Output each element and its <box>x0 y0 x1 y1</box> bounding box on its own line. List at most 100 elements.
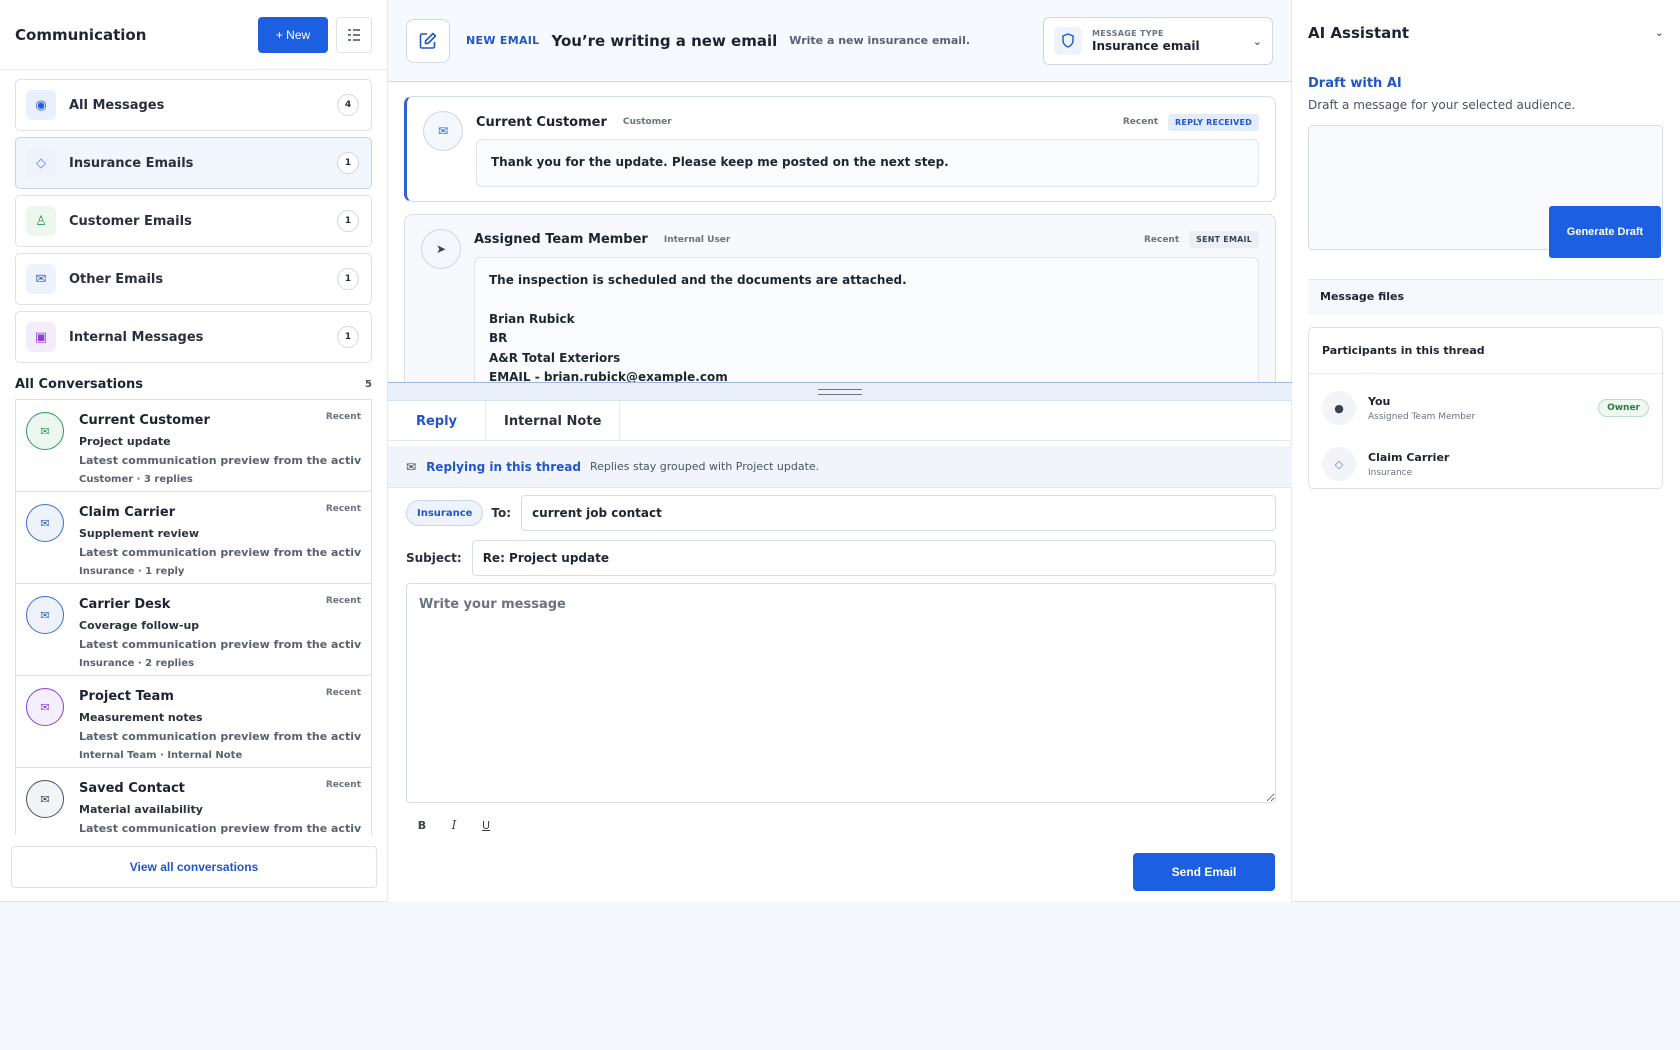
conversation-item[interactable]: ✉ Project Team Measurement notes Latest com… <box>15 676 372 768</box>
mail-icon: ✉ <box>26 596 64 634</box>
subject-row: Subject: <box>406 540 1276 576</box>
edit-icon <box>419 32 437 49</box>
draft-title: Draft with AI <box>1308 76 1402 91</box>
view-all-conversations-button[interactable]: View all conversations <box>11 846 377 888</box>
compose-title: You’re writing a new email <box>551 31 778 50</box>
generate-draft-button[interactable]: Generate Draft <box>1549 206 1661 258</box>
participant-info: Claim Carrier Insurance <box>1368 451 1649 478</box>
conversation-time: Recent <box>325 412 361 422</box>
message-line: EMAIL - brian.rubick@example.com <box>489 370 728 382</box>
message-time: Recent <box>1122 117 1159 127</box>
conversation-item[interactable]: ✉ Claim Carrier Supplement review Latest co… <box>15 492 372 584</box>
folder-item[interactable]: ✉ Other Emails 1 <box>15 253 372 305</box>
message-body-input[interactable] <box>406 583 1276 803</box>
resize-handle[interactable] <box>388 382 1292 401</box>
status-badge: REPLY RECEIVED <box>1168 113 1259 131</box>
folder-count: 1 <box>337 268 359 290</box>
conversation-preview: Latest communication preview from the ac… <box>79 454 361 467</box>
conversations-header: All Conversations 5 <box>0 369 387 399</box>
subject-label: Subject: <box>406 551 462 565</box>
conversation-name: Project Team <box>79 689 174 704</box>
conversation-body: Carrier Desk Coverage follow-up Latest com… <box>79 596 361 675</box>
folder-label: Insurance Emails <box>69 155 194 171</box>
conversation-item[interactable]: ✉ Saved Contact Material availability Lates… <box>15 768 372 835</box>
folder-icon: ✉ <box>26 264 56 294</box>
conversations-title: All Conversations <box>15 376 144 392</box>
new-email-label: NEW EMAIL <box>466 34 540 47</box>
send-email-button[interactable]: Send Email <box>1133 853 1275 891</box>
mail-icon: ✉ <box>26 412 64 450</box>
message-header: Current Customer Customer Recent REPLY R… <box>476 111 1259 133</box>
draft-subtitle: Draft a message for your selected audien… <box>1308 98 1576 112</box>
italic-button[interactable]: I <box>438 814 470 836</box>
folder-count: 1 <box>337 210 359 232</box>
conversation-name: Current Customer <box>79 413 210 428</box>
message-received: ✉ Current Customer Customer Recent REPLY… <box>404 96 1276 202</box>
folder-label: Other Emails <box>69 271 164 287</box>
participants-list: ● You Assigned Team Member Owner ◇ Claim Carr… <box>1309 374 1662 486</box>
ai-assistant-title: AI Assistant <box>1308 23 1410 42</box>
participant-info: You Assigned Team Member <box>1368 395 1598 422</box>
app-window: Communication + New ◉ All Messages 4 ◇ Insur… <box>0 0 1680 902</box>
conversation-preview: Latest communication preview from the ac… <box>79 638 361 651</box>
tab-internal-note[interactable]: Internal Note <box>486 401 621 441</box>
conversation-item[interactable]: ✉ Current Customer Project update Latest co… <box>15 400 372 492</box>
conversation-name: Claim Carrier <box>79 505 176 520</box>
conversation-preview: Latest communication preview from the ac… <box>79 822 361 835</box>
subject-input[interactable] <box>471 540 1276 576</box>
folder-item[interactable]: ◇ Insurance Emails 1 <box>15 137 372 189</box>
message-sent: ➤ Assigned Team Member Internal User Rec… <box>404 213 1276 382</box>
message-line: BR <box>489 331 508 345</box>
message-line: The inspection is scheduled and the docu… <box>489 272 907 287</box>
folder-icon: ▣ <box>26 322 56 352</box>
owner-badge: Owner <box>1598 399 1649 417</box>
draft-prompt-area[interactable]: Generate Draft <box>1308 125 1663 258</box>
chevron-down-icon[interactable]: ⌄ <box>1655 26 1664 39</box>
sender-name: Current Customer <box>476 114 607 130</box>
conversation-time: Recent <box>325 780 361 790</box>
message-line: A&R Total Exteriors <box>489 350 621 365</box>
participant-name: You <box>1368 394 1391 408</box>
conversation-body: Project Team Measurement notes Latest comm… <box>79 688 361 767</box>
compose-tabs: Reply Internal Note <box>388 401 1292 441</box>
conversation-time: Recent <box>325 596 361 606</box>
folder-item[interactable]: ♙ Customer Emails 1 <box>15 195 372 247</box>
audience-chip[interactable]: Insurance <box>406 500 484 526</box>
shield-icon <box>1054 27 1082 55</box>
conversations-count: 5 <box>365 378 372 390</box>
conversation-time: Recent <box>325 504 361 514</box>
conversation-subject: Supplement review <box>79 527 200 540</box>
ai-assistant-header[interactable]: AI Assistant ⌄ <box>1292 0 1680 65</box>
message-type-select[interactable]: MESSAGE TYPE Insurance email ⌄ <box>1043 17 1273 65</box>
participants-title: Participants in this thread <box>1309 328 1662 374</box>
send-arrow-icon: ➤ <box>421 228 461 269</box>
list-view-button[interactable] <box>336 16 372 53</box>
sender-role: Customer <box>622 117 672 127</box>
conversation-list[interactable]: ✉ Current Customer Project update Latest co… <box>15 399 372 835</box>
left-sidebar: Communication + New ◉ All Messages 4 ◇ Insur… <box>0 0 388 902</box>
folder-item[interactable]: ◉ All Messages 4 <box>15 79 372 131</box>
message-thread[interactable]: ✉ Current Customer Customer Recent REPLY… <box>388 82 1292 382</box>
message-body: Thank you for the update. Please keep me… <box>476 139 1259 187</box>
message-line: Brian Rubick <box>489 311 575 326</box>
message-content: Assigned Team Member Internal User Recen… <box>474 229 1259 382</box>
participant-name: Claim Carrier <box>1368 450 1450 464</box>
conversation-item[interactable]: ✉ Carrier Desk Coverage follow-up Latest co… <box>15 584 372 676</box>
participant-row[interactable]: ◇ Claim Carrier Insurance <box>1309 430 1662 486</box>
participant-row[interactable]: ● You Assigned Team Member Owner <box>1309 374 1662 430</box>
tab-reply[interactable]: Reply <box>388 401 486 441</box>
replying-label: Replying in this thread <box>426 459 581 474</box>
sender-role: Internal User <box>663 234 731 245</box>
folder-item[interactable]: ▣ Internal Messages 1 <box>15 311 372 363</box>
to-input[interactable] <box>521 495 1276 531</box>
underline-button[interactable]: U <box>470 814 502 836</box>
bold-button[interactable]: B <box>406 814 438 836</box>
conversation-meta: Insurance · 1 reply <box>79 566 185 577</box>
conversation-name: Carrier Desk <box>79 597 171 612</box>
mail-icon: ✉ <box>26 780 64 818</box>
message-files-section[interactable]: Message files <box>1308 279 1663 315</box>
to-label: To: <box>491 506 512 520</box>
new-button[interactable]: + New <box>258 16 328 53</box>
conversation-meta: Insurance · 2 replies <box>79 658 195 669</box>
message-type-value: Insurance email <box>1092 39 1200 53</box>
